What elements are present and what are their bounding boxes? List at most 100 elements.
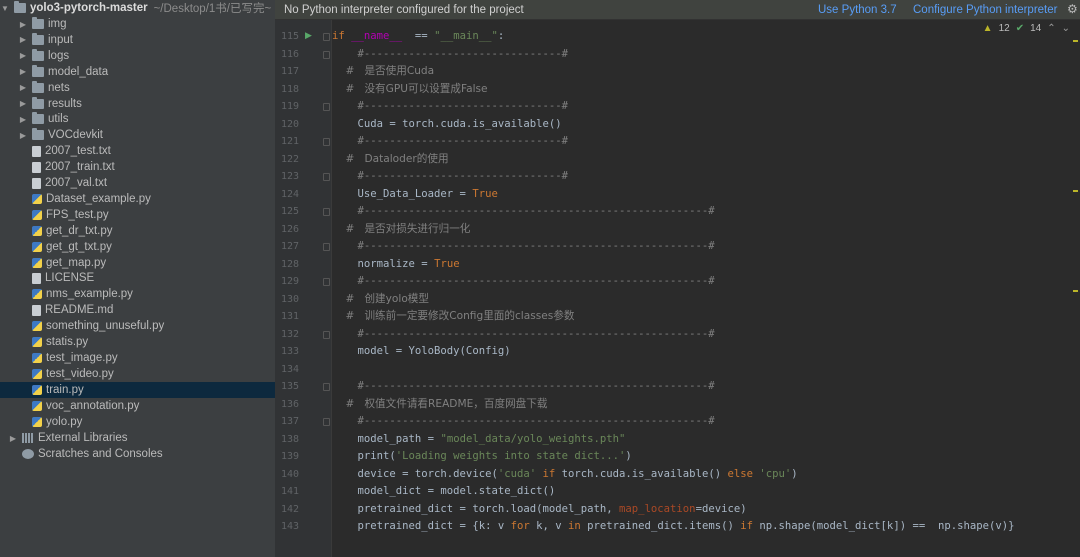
- code-line[interactable]: # Dataloder的使用: [332, 151, 448, 169]
- fold-icon[interactable]: [323, 243, 330, 251]
- folder-icon: [32, 64, 44, 77]
- chevron-right-icon[interactable]: ▶: [18, 67, 28, 76]
- tree-item-label: 2007_val.txt: [45, 177, 108, 189]
- chevron-right-icon[interactable]: ▶: [18, 99, 28, 108]
- chevron-right-icon[interactable]: ▶: [18, 51, 28, 60]
- fold-icon[interactable]: [323, 330, 330, 339]
- tree-file[interactable]: get_gt_txt.py: [0, 239, 275, 255]
- code-line[interactable]: device = torch.device('cuda' if torch.cu…: [332, 466, 798, 484]
- tree-folder[interactable]: ▶ VOCdevkit: [0, 127, 275, 143]
- chevron-right-icon[interactable]: ▶: [18, 115, 28, 124]
- fold-icon[interactable]: [323, 383, 330, 391]
- tree-file[interactable]: 2007_val.txt: [0, 175, 275, 191]
- code-line[interactable]: # 是否对损失进行归一化: [332, 221, 470, 239]
- tree-folder[interactable]: ▶ nets: [0, 80, 275, 96]
- fold-icon[interactable]: [323, 278, 330, 286]
- chevron-right-icon[interactable]: ▶: [18, 131, 28, 140]
- code-line[interactable]: # 没有GPU可以设置成False: [332, 81, 487, 99]
- tree-file[interactable]: train.py: [0, 381, 275, 398]
- tree-file[interactable]: test_image.py: [0, 350, 275, 366]
- code-line[interactable]: # 创建yolo模型: [332, 291, 429, 309]
- code-token: # 权值文件请看README，百度网盘下载: [332, 397, 548, 410]
- code-line[interactable]: #-------------------------------#: [332, 133, 569, 151]
- tree-file[interactable]: FPS_test.py: [0, 207, 275, 223]
- chevron-right-icon[interactable]: ▶: [18, 83, 28, 92]
- vertical-scrollbar[interactable]: [1070, 20, 1080, 557]
- tree-file[interactable]: test_video.py: [0, 366, 275, 382]
- folder-icon: [32, 48, 44, 61]
- code-line[interactable]: #-------------------------------#: [332, 46, 569, 64]
- code-line[interactable]: pretrained_dict = torch.load(model_path,…: [332, 501, 747, 519]
- fold-icon[interactable]: [323, 103, 330, 111]
- chevron-down-icon[interactable]: ▼: [0, 4, 10, 13]
- code-line[interactable]: normalize = True: [332, 256, 460, 274]
- code-line[interactable]: model_path = "model_data/yolo_weights.pt…: [332, 431, 626, 449]
- project-root[interactable]: ▼ yolo3-pytorch-master ~/Desktop/1书/已写完~: [0, 0, 275, 16]
- code-line[interactable]: print('Loading weights into state dict..…: [332, 448, 632, 466]
- tree-file[interactable]: voc_annotation.py: [0, 398, 275, 414]
- tree-folder[interactable]: ▶ logs: [0, 48, 275, 64]
- code-token: True: [472, 187, 498, 200]
- use-python-link[interactable]: Use Python 3.7: [818, 4, 897, 16]
- chevron-right-icon[interactable]: ▶: [18, 20, 28, 29]
- chevron-right-icon[interactable]: ▶: [8, 434, 18, 443]
- code-line[interactable]: #-------------------------------#: [332, 98, 569, 116]
- code-line[interactable]: Cuda = torch.cuda.is_available(): [332, 116, 562, 134]
- code-line[interactable]: #---------------------------------------…: [332, 273, 715, 291]
- tree-folder[interactable]: ▶ model_data: [0, 64, 275, 80]
- code-line[interactable]: model = YoloBody(Config): [332, 343, 511, 361]
- chevron-down-icon[interactable]: ⌄: [1062, 23, 1070, 34]
- tree-file[interactable]: statis.py: [0, 334, 275, 350]
- code-line[interactable]: # 是否使用Cuda: [332, 63, 434, 81]
- tree-folder[interactable]: ▶ results: [0, 96, 275, 112]
- code-line[interactable]: #---------------------------------------…: [332, 413, 715, 431]
- warning-count: 12: [998, 23, 1010, 34]
- tree-folder[interactable]: ▶ input: [0, 32, 275, 48]
- fold-icon[interactable]: [323, 418, 330, 426]
- gear-icon[interactable]: ⚙: [1067, 2, 1078, 16]
- code-line[interactable]: model_dict = model.state_dict(): [332, 483, 556, 501]
- tree-file[interactable]: 2007_test.txt: [0, 143, 275, 159]
- external-libraries[interactable]: ▶ External Libraries: [0, 430, 275, 446]
- tree-file[interactable]: get_map.py: [0, 255, 275, 271]
- code-line[interactable]: if __name__ == "__main__":: [332, 28, 504, 46]
- code-line[interactable]: # 权值文件请看README，百度网盘下载: [332, 396, 547, 414]
- code-line[interactable]: Use_Data_Loader = True: [332, 186, 498, 204]
- fold-icon[interactable]: [323, 138, 330, 146]
- tree-file[interactable]: Dataset_example.py: [0, 191, 275, 207]
- code-line[interactable]: #-------------------------------#: [332, 168, 569, 186]
- fold-icon[interactable]: [323, 208, 330, 216]
- tree-file[interactable]: get_dr_txt.py: [0, 223, 275, 239]
- code-token: #-------------------------------#: [332, 135, 569, 147]
- tree-file[interactable]: nms_example.py: [0, 286, 275, 302]
- chevron-up-icon[interactable]: ⌃: [1047, 23, 1055, 34]
- tree-file[interactable]: yolo.py: [0, 414, 275, 430]
- configure-interpreter-link[interactable]: Configure Python interpreter: [913, 4, 1057, 16]
- code-line[interactable]: #---------------------------------------…: [332, 203, 715, 221]
- code-editor[interactable]: No Python interpreter configured for the…: [275, 0, 1080, 557]
- tree-item-label: voc_annotation.py: [46, 399, 140, 412]
- fold-icon[interactable]: [323, 50, 330, 59]
- code-line[interactable]: # 训练前一定要修改Config里面的classes参数: [332, 308, 574, 326]
- tree-file[interactable]: something_unuseful.py: [0, 318, 275, 334]
- run-icon[interactable]: ▶: [305, 28, 312, 46]
- code-line[interactable]: pretrained_dict = {k: v for k, v in pret…: [332, 518, 1015, 536]
- fold-icon[interactable]: [323, 33, 330, 41]
- tree-file[interactable]: 2007_train.txt: [0, 159, 275, 175]
- tree-folder[interactable]: ▶ utils: [0, 111, 275, 127]
- chevron-right-icon[interactable]: ▶: [18, 35, 28, 44]
- tree-folder[interactable]: ▶ img: [0, 16, 275, 32]
- tree-file[interactable]: LICENSE: [0, 270, 275, 286]
- scratches-and-consoles[interactable]: Scratches and Consoles: [0, 446, 275, 462]
- code-area[interactable]: if __name__ == "__main__": #------------…: [332, 20, 1070, 557]
- scroll-marker: [1073, 190, 1078, 192]
- code-token: #---------------------------------------…: [332, 327, 715, 340]
- code-line[interactable]: #---------------------------------------…: [332, 326, 715, 344]
- code-line[interactable]: #---------------------------------------…: [332, 378, 715, 396]
- line-number: 125: [280, 206, 299, 217]
- code-line[interactable]: #---------------------------------------…: [332, 238, 715, 256]
- fold-icon[interactable]: [323, 173, 330, 181]
- tree-file[interactable]: README.md: [0, 302, 275, 318]
- line-gutter[interactable]: 115 ▶ 116 117 118 119 120 121 122 123 124 125 126 127…: [275, 20, 332, 557]
- inspection-widget[interactable]: ▲ 12 ✔ 14 ⌃ ⌄: [983, 23, 1070, 34]
